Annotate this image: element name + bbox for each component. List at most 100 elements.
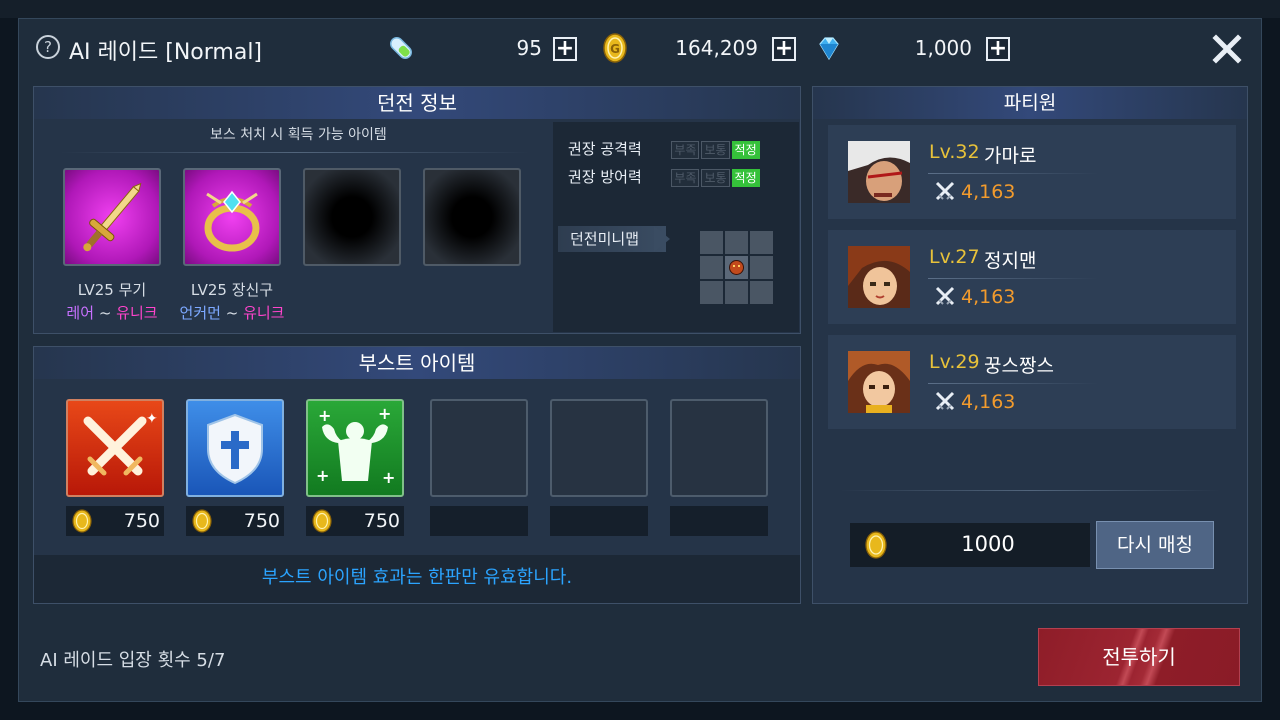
rarity-from: 레어 [66,304,95,322]
loot-level-weapon: LV25 무기 [77,281,147,299]
member-name: 꿍스짱스 [984,355,1054,377]
dungeon-info-title: 던전 정보 [34,87,800,119]
gold-coin-icon [312,509,332,533]
party-title: 파티원 [813,87,1247,119]
member-name: 정지맨 [984,250,1037,272]
boost-price-defense: 750 [186,506,284,536]
gold-coin-icon [72,509,92,533]
member-level: Lv.32 [929,141,980,163]
svg-text:+: + [382,468,395,487]
price-value: 750 [123,510,160,532]
background-top-strip [0,0,1280,18]
boost-slot-empty [670,399,768,497]
recommended-defense-row: 권장 방어력 부족 보통 적정 [568,166,760,187]
member-power: 4,163 [961,286,1016,308]
member-level: Lv.29 [929,351,980,373]
help-icon[interactable]: ? [36,35,60,59]
minimap-cell [700,281,723,304]
member-portrait [848,246,910,308]
energy-capsule-icon [390,37,412,59]
member-level: Lv.27 [929,246,980,268]
svg-text:G: G [610,42,620,56]
page-title: AI 레이드 [Normal] [69,40,263,65]
price-value: 750 [243,510,280,532]
rarity-to: 유니크 [116,304,158,322]
boost-slot-strength[interactable]: + + + + [306,399,404,497]
rematch-button[interactable]: 다시 매칭 [1096,521,1214,569]
crossed-swords-icon: ✦ [83,411,158,476]
loot-rarity-weapon: 레어 ~ 유니크 [52,302,172,323]
party-member[interactable]: Lv.27 정지맨 4,163 [828,230,1236,324]
rarity-to: 유니크 [243,304,285,322]
add-energy-button[interactable]: + [553,37,577,61]
boost-slot-defense[interactable] [186,399,284,497]
svg-text:+: + [316,466,329,485]
rematch-cost-box: 1000 [850,523,1090,567]
minimap-cell [700,231,723,254]
power-swords-icon [935,181,955,201]
stat-label: 권장 방어력 [568,168,642,186]
gold-value: 164,209 [675,36,758,60]
loot-level-accessory: LV25 장신구 [190,281,274,299]
ring-icon [204,190,260,252]
boost-slot-empty [550,399,648,497]
boost-title: 부스트 아이템 [34,347,800,379]
member-portrait [848,351,910,413]
minimap-label: 던전미니맵 [558,226,666,252]
price-value: 750 [363,510,400,532]
svg-text:+: + [318,406,331,425]
loot-slot-weapon[interactable] [63,168,161,266]
divider [928,278,1098,279]
loot-label: 보스 처치 시 획득 가능 아이템 [210,127,387,143]
shield-cross-icon [207,413,263,485]
boost-price-empty [550,506,648,536]
tag-adequate: 적정 [731,169,760,187]
rarity-sep: ~ [98,304,112,322]
add-gold-button[interactable]: + [772,37,796,61]
divider [60,152,530,153]
sword-icon [83,182,142,252]
member-name: 가마로 [984,145,1037,167]
tag-normal: 보통 [701,169,730,187]
svg-text:+: + [378,404,391,423]
minimap-cell [725,231,748,254]
minimap-cell [750,256,773,279]
party-member[interactable]: Lv.29 꿍스짱스 4,163 [828,335,1236,429]
diamond-value: 1,000 [914,36,972,60]
minimap-cell [700,256,723,279]
diamond-gem-icon [819,37,839,61]
rematch-cost-value: 1000 [961,532,1015,556]
minimap-boss-cell [725,256,748,279]
boost-price-attack: 750 [66,506,164,536]
boost-price-empty [430,506,528,536]
boost-price-empty [670,506,768,536]
rarity-from: 언커먼 [179,304,221,322]
battle-button[interactable]: 전투하기 [1038,628,1240,686]
tag-low: 부족 [671,141,700,159]
add-diamond-button[interactable]: + [986,37,1010,61]
party-member[interactable]: Lv.32 가마로 4,163 [828,125,1236,219]
gold-coin-icon [192,509,212,533]
tag-adequate: 적정 [731,141,760,159]
tag-normal: 보통 [701,141,730,159]
member-power: 4,163 [961,391,1016,413]
loot-slot-locked [423,168,521,266]
loot-slot-accessory[interactable] [183,168,281,266]
gold-coin-icon: G [603,33,627,63]
minimap-cell [750,281,773,304]
member-power: 4,163 [961,181,1016,203]
rarity-sep: ~ [225,304,239,322]
recommended-attack-row: 권장 공격력 부족 보통 적정 [568,138,760,159]
minimap-cell [725,281,748,304]
boost-slot-attack[interactable]: ✦ [66,399,164,497]
boost-price-strength: 750 [306,506,404,536]
tag-low: 부족 [671,169,700,187]
divider [840,490,1220,491]
power-swords-icon [935,391,955,411]
close-icon[interactable] [1212,34,1242,64]
divider [928,173,1098,174]
minimap-cell [750,231,773,254]
power-swords-icon [935,286,955,306]
muscle-plus-icon: + + + + [316,404,395,487]
member-portrait [848,141,910,203]
